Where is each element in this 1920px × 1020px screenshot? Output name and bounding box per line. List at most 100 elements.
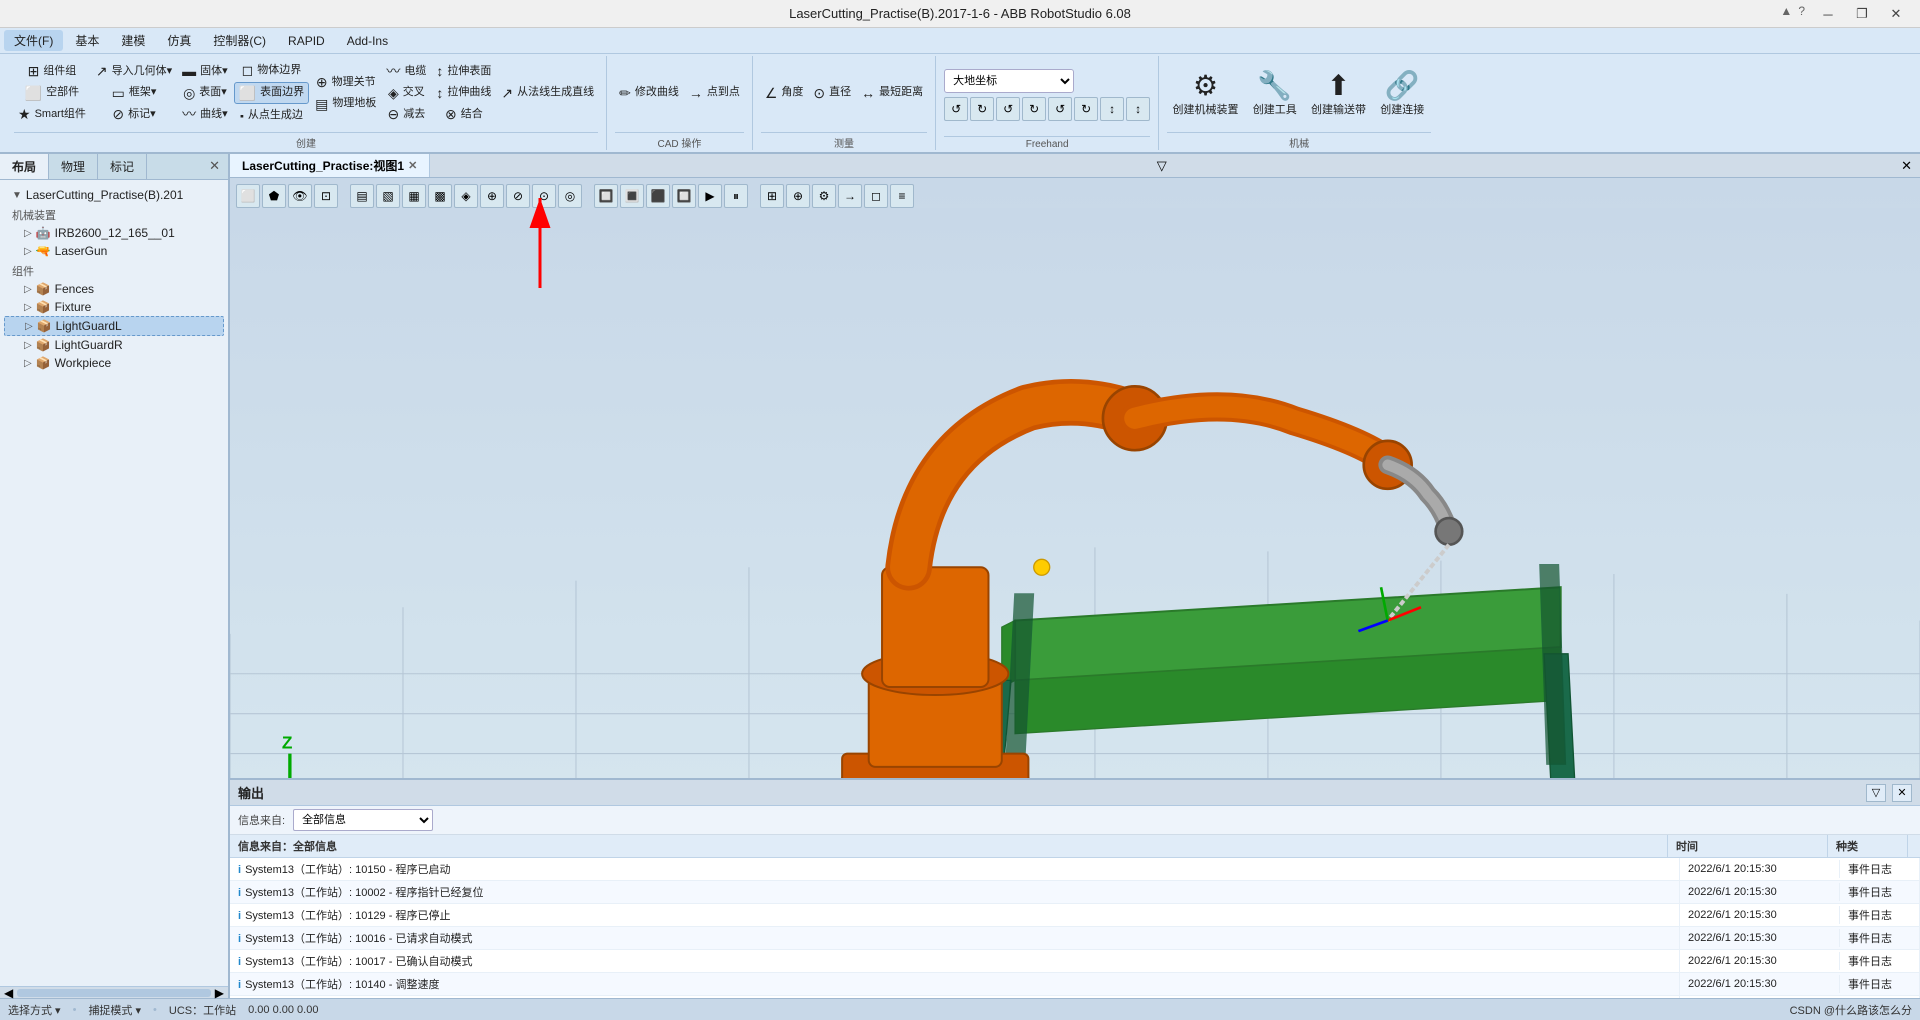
- filter-select[interactable]: 全部信息 系统 用户: [293, 809, 433, 831]
- freehand-btn-6[interactable]: ↻: [1074, 97, 1098, 121]
- menu-item-controller[interactable]: 控制器(C): [203, 30, 276, 51]
- ribbon-btn-union[interactable]: ⊗ 结合: [432, 104, 495, 125]
- status-capture-mode[interactable]: 捕捉模式 ▾: [88, 1002, 141, 1018]
- scroll-right-btn[interactable]: ▶: [215, 986, 224, 1000]
- menu-item-basic[interactable]: 基本: [65, 30, 109, 51]
- ribbon-btn-shortest-distance[interactable]: ↔ 最短距离: [857, 83, 927, 104]
- tree-item-fixture[interactable]: ▷ 📦 Fixture: [4, 298, 224, 316]
- ribbon-btn-modify-curve[interactable]: ✏ 修改曲线: [615, 83, 683, 104]
- menu-item-modeling[interactable]: 建模: [111, 30, 155, 51]
- ribbon-btn-physics-floor[interactable]: ▤ 物理地板: [311, 94, 380, 115]
- tree-item-lasergun[interactable]: ▷ 🔫 LaserGun: [4, 242, 224, 260]
- ribbon-btn-solid[interactable]: ▬ 固体▾: [178, 61, 232, 82]
- menu-item-file[interactable]: 文件(F): [4, 30, 63, 51]
- ribbon-btn-group[interactable]: ⊞ 组件组: [14, 61, 90, 82]
- ribbon-btn-angle[interactable]: ∠ 角度: [761, 83, 808, 104]
- ribbon-btn-mark[interactable]: ⊘ 标记▾: [92, 104, 176, 125]
- ribbon-btn-frame[interactable]: ▭ 框架▾: [92, 83, 176, 104]
- ribbon-btn-subtract[interactable]: ⊖ 减去: [382, 104, 430, 125]
- ribbon-btn-extrude-curve[interactable]: ↕ 拉伸曲线: [432, 83, 495, 104]
- vp-btn-render4[interactable]: 🔲: [672, 184, 696, 208]
- menu-item-addins[interactable]: Add-Ins: [337, 32, 398, 50]
- vp-btn-select-rect[interactable]: ⬜: [236, 184, 260, 208]
- viewport-tab-main[interactable]: LaserCutting_Practise:视图1 ✕: [230, 154, 430, 177]
- ribbon-btn-body-boundary[interactable]: ◻ 物体边界: [234, 60, 309, 81]
- freehand-btn-1[interactable]: ↺: [944, 97, 968, 121]
- minimize-button[interactable]: ─: [1812, 3, 1844, 25]
- freehand-btn-3[interactable]: ↺: [996, 97, 1020, 121]
- close-button[interactable]: ✕: [1880, 3, 1912, 25]
- freehand-btn-2[interactable]: ↻: [970, 97, 994, 121]
- vp-btn-view[interactable]: 👁: [288, 184, 312, 208]
- left-panel-scrollbar[interactable]: ◀ ▶: [0, 986, 228, 998]
- scroll-left-btn[interactable]: ◀: [4, 986, 13, 1000]
- ribbon-btn-empty-part[interactable]: ⬜ 空部件: [14, 83, 90, 104]
- ribbon-btn-points-to-edge[interactable]: ⬝ 从点生成边: [234, 105, 309, 126]
- coordinate-dropdown[interactable]: 大地坐标 局部坐标 工件坐标: [944, 69, 1074, 93]
- vp-btn-t7[interactable]: ⊘: [506, 184, 530, 208]
- ribbon-btn-cable[interactable]: 〰 电缆: [382, 61, 430, 82]
- vp-btn-t2[interactable]: ▧: [376, 184, 400, 208]
- status-selection-mode[interactable]: 选择方式 ▾: [8, 1002, 61, 1018]
- vp-btn-zoom-fit[interactable]: ⊡: [314, 184, 338, 208]
- viewport-float-btn[interactable]: ✕: [1893, 155, 1920, 177]
- left-tab-physics[interactable]: 物理: [49, 154, 98, 179]
- vp-btn-t6[interactable]: ⊕: [480, 184, 504, 208]
- ribbon-btn-normal-line[interactable]: ↗ 从法线生成直线: [497, 83, 598, 104]
- vp-btn-axes[interactable]: ⊕: [786, 184, 810, 208]
- output-close-btn[interactable]: ✕: [1892, 784, 1912, 802]
- ribbon-btn-import-geometry[interactable]: ↗ 导入几何体▾: [92, 61, 176, 82]
- tree-item-lightguardl[interactable]: ▷ 📦 LightGuardL: [4, 316, 224, 336]
- vp-btn-render3[interactable]: ⬛: [646, 184, 670, 208]
- left-tab-marks[interactable]: 标记: [98, 154, 147, 179]
- ribbon-btn-smart[interactable]: ★ Smart组件: [14, 104, 90, 125]
- vp-btn-grid[interactable]: ⊞: [760, 184, 784, 208]
- freehand-btn-5[interactable]: ↺: [1048, 97, 1072, 121]
- vp-btn-wobj[interactable]: ◻: [864, 184, 888, 208]
- vp-btn-t9[interactable]: ◎: [558, 184, 582, 208]
- output-float-btn[interactable]: ▽: [1866, 784, 1886, 802]
- left-panel-close-btn[interactable]: ✕: [201, 154, 228, 179]
- viewport-collapse-btn[interactable]: ▽: [1149, 155, 1175, 177]
- shortest-dist-icon: ↔: [861, 85, 875, 102]
- vp-btn-render2[interactable]: 🔳: [620, 184, 644, 208]
- vp-btn-t3[interactable]: ▦: [402, 184, 426, 208]
- ribbon-btn-surface[interactable]: ◎ 表面▾: [178, 83, 232, 104]
- vp-btn-path[interactable]: →: [838, 184, 862, 208]
- menu-item-rapid[interactable]: RAPID: [278, 32, 335, 50]
- freehand-btn-4[interactable]: ↻: [1022, 97, 1046, 121]
- tree-item-fences[interactable]: ▷ 📦 Fences: [4, 280, 224, 298]
- ribbon-btn-create-conveyor[interactable]: ⬆ 创建输送带: [1307, 66, 1370, 121]
- ribbon-btn-intersect[interactable]: ◈ 交叉: [382, 83, 430, 104]
- viewport-tab-close-btn[interactable]: ✕: [408, 159, 417, 172]
- freehand-btn-7[interactable]: ↕: [1100, 97, 1124, 121]
- ribbon-btn-create-mechanism[interactable]: ⚙ 创建机械装置: [1169, 66, 1243, 121]
- vp-btn-render1[interactable]: 🔲: [594, 184, 618, 208]
- restore-button[interactable]: ❐: [1846, 3, 1878, 25]
- ribbon-btn-create-tool[interactable]: 🔧 创建工具: [1247, 66, 1302, 121]
- ribbon-btn-extrude-surface[interactable]: ↕ 拉伸表面: [432, 61, 495, 82]
- viewport-3d[interactable]: ⬜ ⬟ 👁 ⊡ ▤ ▧ ▦ ▩ ◈ ⊕ ⊘ ⊙ ◎ 🔲 🔳 ⬛ 🔲 ▶: [230, 178, 1920, 778]
- ribbon-btn-surface-boundary[interactable]: ⬜ 表面边界: [234, 82, 309, 105]
- tree-root[interactable]: ▼ LaserCutting_Practise(B).201: [4, 186, 224, 204]
- left-tab-layout[interactable]: 布局: [0, 154, 49, 179]
- vp-btn-robot[interactable]: ⚙: [812, 184, 836, 208]
- vp-btn-t4[interactable]: ▩: [428, 184, 452, 208]
- menu-item-simulation[interactable]: 仿真: [157, 30, 201, 51]
- ribbon-btn-diameter[interactable]: ⊙ 直径: [809, 83, 855, 104]
- vp-btn-t8[interactable]: ⊙: [532, 184, 556, 208]
- ribbon-btn-physics-joint[interactable]: ⊕ 物理关节: [311, 72, 380, 93]
- tree-item-workpiece[interactable]: ▷ 📦 Workpiece: [4, 354, 224, 372]
- vp-btn-settings[interactable]: ≡: [890, 184, 914, 208]
- tree-item-irb2600[interactable]: ▷ 🤖 IRB2600_12_165__01: [4, 224, 224, 242]
- ribbon-btn-point-to-point[interactable]: → 点到点: [685, 83, 744, 104]
- vp-btn-render6[interactable]: ⏸: [724, 184, 748, 208]
- vp-btn-t5[interactable]: ◈: [454, 184, 478, 208]
- vp-btn-render5[interactable]: ▶: [698, 184, 722, 208]
- freehand-btn-8[interactable]: ↕: [1126, 97, 1150, 121]
- ribbon-btn-create-connection[interactable]: 🔗 创建连接: [1375, 66, 1430, 121]
- vp-btn-t1[interactable]: ▤: [350, 184, 374, 208]
- tree-item-lightguardr[interactable]: ▷ 📦 LightGuardR: [4, 336, 224, 354]
- ribbon-btn-curve[interactable]: 〰 曲线▾: [178, 104, 232, 125]
- vp-btn-select-poly[interactable]: ⬟: [262, 184, 286, 208]
